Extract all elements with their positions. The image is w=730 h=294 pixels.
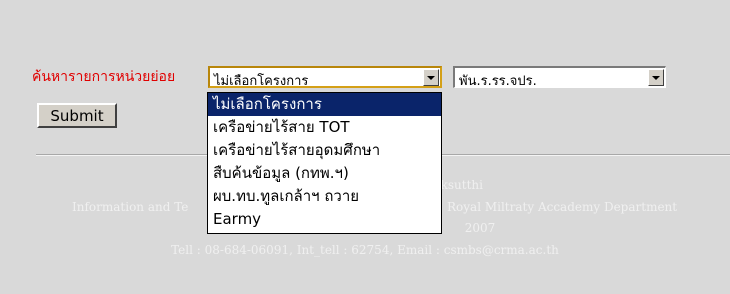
footer-department-right: Royal Miltraty Accademy Department bbox=[447, 200, 678, 214]
unit-select[interactable]: พัน.ร.รร.จปร. bbox=[453, 66, 666, 89]
unit-select-value: พัน.ร.รร.จปร. bbox=[459, 74, 537, 89]
dropdown-option[interactable]: ไม่เลือกโครงการ bbox=[208, 93, 441, 116]
footer-year-text: 2007 bbox=[464, 221, 496, 235]
chevron-down-icon[interactable] bbox=[648, 69, 664, 86]
footer-department-left: Information and Te bbox=[72, 200, 189, 214]
project-dropdown-list[interactable]: ไม่เลือกโครงการ เครือข่ายไร้สาย TOT เครื… bbox=[207, 92, 442, 234]
dropdown-option[interactable]: Earmy bbox=[208, 208, 441, 231]
submit-button[interactable]: Submit bbox=[37, 103, 117, 128]
dropdown-option[interactable]: เครือข่ายไร้สาย TOT bbox=[208, 116, 441, 139]
project-select-value: ไม่เลือกโครงการ bbox=[214, 74, 309, 89]
footer-contact: Tell : 08-684-06091, Int_tell : 62754, E… bbox=[171, 243, 559, 257]
dropdown-option[interactable]: สืบค้นข้อมูล (กทพ.ฯ) bbox=[208, 162, 441, 185]
project-select[interactable]: ไม่เลือกโครงการ bbox=[208, 66, 442, 89]
search-label: ค้นหารายการหน่วยย่อย bbox=[32, 69, 176, 85]
dropdown-option[interactable]: ผบ.ทบ.ทูลเกล้าฯ ถวาย bbox=[208, 185, 441, 208]
chevron-down-icon[interactable] bbox=[423, 69, 439, 86]
dropdown-option[interactable]: เครือข่ายไร้สายอุดมศึกษา bbox=[208, 139, 441, 162]
